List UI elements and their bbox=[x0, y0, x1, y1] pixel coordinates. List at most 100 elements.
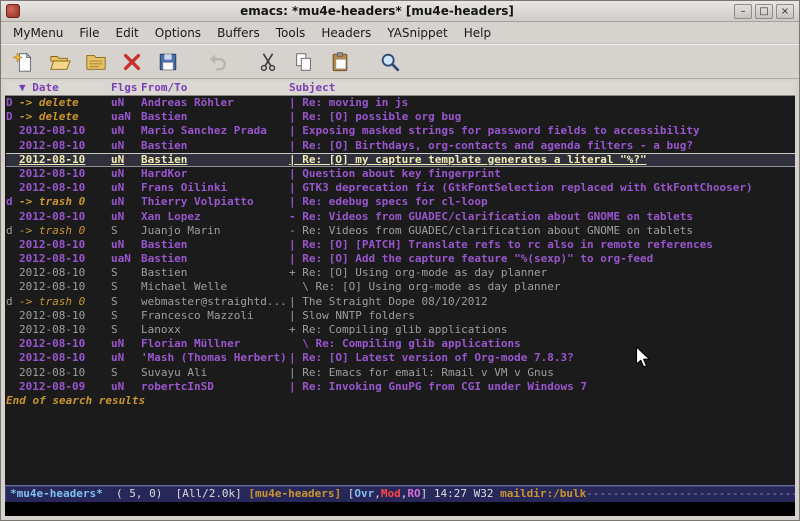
mark-cell bbox=[6, 124, 19, 138]
kill-buffer-button[interactable] bbox=[117, 48, 147, 76]
menu-tools[interactable]: Tools bbox=[268, 24, 314, 42]
copy-icon bbox=[293, 51, 315, 73]
menu-file[interactable]: File bbox=[71, 24, 107, 42]
window-icon[interactable] bbox=[6, 4, 20, 18]
message-row[interactable]: 2012-08-10uNFrans Oilinki| GTK3 deprecat… bbox=[6, 181, 795, 195]
undo-button[interactable] bbox=[203, 48, 233, 76]
flags-cell: S bbox=[111, 266, 141, 280]
modeline-segment: ----------------------------------------… bbox=[586, 487, 795, 500]
from-cell: Francesco Mazzoli bbox=[141, 309, 289, 323]
mark-cell bbox=[6, 139, 19, 153]
menu-options[interactable]: Options bbox=[147, 24, 209, 42]
date-cell: 2012-08-10 bbox=[19, 323, 111, 337]
modeline-segment: Ovr bbox=[354, 487, 374, 500]
mark-cell bbox=[6, 337, 19, 351]
mark-cell: d bbox=[6, 195, 19, 209]
subject-cell: | Re: [O] [PATCH] Translate refs to rc a… bbox=[289, 238, 795, 252]
from-cell: Suvayu Ali bbox=[141, 366, 289, 380]
header-flags[interactable]: Flgs bbox=[111, 81, 141, 95]
subject-cell: \ Re: [O] Using org-mode as day planner bbox=[289, 280, 795, 294]
message-row[interactable]: 2012-08-10SFrancesco Mazzoli| Slow NNTP … bbox=[6, 309, 795, 323]
echo-area[interactable] bbox=[5, 502, 795, 516]
message-row[interactable]: 2012-08-10uNXan Lopez- Re: Videos from G… bbox=[6, 210, 795, 224]
message-row[interactable]: D-> deleteuaNBastien| Re: [O] possible o… bbox=[6, 110, 795, 124]
new-file-button[interactable] bbox=[9, 48, 39, 76]
from-cell: Florian Müllner bbox=[141, 337, 289, 351]
header-spacer bbox=[6, 81, 19, 95]
open-file-button[interactable] bbox=[45, 48, 75, 76]
flags-cell: uN bbox=[111, 351, 141, 365]
date-cell: 2012-08-10 bbox=[19, 280, 111, 294]
flags-cell: S bbox=[111, 280, 141, 294]
message-row[interactable]: 2012-08-10uN'Mash (Thomas Herbert)| Re: … bbox=[6, 351, 795, 365]
from-cell: 'Mash (Thomas Herbert) bbox=[141, 351, 289, 365]
modeline-segment: RO bbox=[407, 487, 420, 500]
message-row[interactable]: 2012-08-09uNrobertcInSD| Re: Invoking Gn… bbox=[6, 380, 795, 394]
date-cell: 2012-08-10 bbox=[19, 124, 111, 138]
message-row[interactable]: 2012-08-10uNHardKor| Question about key … bbox=[6, 167, 795, 181]
message-row[interactable]: 2012-08-10uNFlorian Müllner \ Re: Compil… bbox=[6, 337, 795, 351]
close-button[interactable]: × bbox=[776, 4, 794, 19]
cut-button[interactable] bbox=[253, 48, 283, 76]
message-row[interactable]: d-> trash 0Swebmaster@straightd...| The … bbox=[6, 295, 795, 309]
maximize-button[interactable]: □ bbox=[755, 4, 773, 19]
modeline-segment: [mu4e-headers] bbox=[248, 487, 347, 500]
message-row[interactable]: 2012-08-10SLanoxx+ Re: Compiling glib ap… bbox=[6, 323, 795, 337]
menu-mymenu[interactable]: MyMenu bbox=[5, 24, 71, 42]
subject-cell: | Re: edebug specs for cl-loop bbox=[289, 195, 795, 209]
mark-cell: d bbox=[6, 224, 19, 238]
headers-buffer: D-> deleteuNAndreas Röhler| Re: moving i… bbox=[5, 96, 795, 485]
message-row[interactable]: d-> trash 0uNThierry Volpiatto| Re: edeb… bbox=[6, 195, 795, 209]
frame: ▼ Date Flgs From/To Subject D-> deleteuN… bbox=[1, 79, 799, 520]
subject-cell: - Re: Videos from GUADEC/clarification a… bbox=[289, 224, 795, 238]
save-button[interactable] bbox=[153, 48, 183, 76]
message-row[interactable]: D-> deleteuNAndreas Röhler| Re: moving i… bbox=[6, 96, 795, 110]
message-row[interactable]: 2012-08-10uNBastien| Re: [O] my capture … bbox=[6, 153, 795, 167]
message-row[interactable]: 2012-08-10SBastien+ Re: [O] Using org-mo… bbox=[6, 266, 795, 280]
message-row[interactable]: 2012-08-10SSuvayu Ali| Re: Emacs for ema… bbox=[6, 366, 795, 380]
from-cell: Frans Oilinki bbox=[141, 181, 289, 195]
search-button[interactable] bbox=[375, 48, 405, 76]
from-cell: Bastien bbox=[141, 139, 289, 153]
message-row[interactable]: 2012-08-10uNBastien| Re: [O] [PATCH] Tra… bbox=[6, 238, 795, 252]
scissors-icon bbox=[257, 51, 279, 73]
mark-cell bbox=[6, 366, 19, 380]
modeline-segment: [All/2.0k] bbox=[176, 487, 249, 500]
minimize-button[interactable]: – bbox=[734, 4, 752, 19]
header-date[interactable]: ▼ Date bbox=[19, 81, 111, 95]
menu-headers[interactable]: Headers bbox=[313, 24, 379, 42]
header-from[interactable]: From/To bbox=[141, 81, 289, 95]
message-row[interactable]: 2012-08-10uNMario Sanchez Prada| Exposin… bbox=[6, 124, 795, 138]
menu-yasnippet[interactable]: YASnippet bbox=[379, 24, 456, 42]
subject-cell: | Re: [O] Latest version of Org-mode 7.8… bbox=[289, 351, 795, 365]
date-cell: 2012-08-10 bbox=[19, 238, 111, 252]
menu-edit[interactable]: Edit bbox=[108, 24, 147, 42]
paste-button[interactable] bbox=[325, 48, 355, 76]
from-cell: Bastien bbox=[141, 153, 289, 167]
flags-cell: S bbox=[111, 366, 141, 380]
copy-button[interactable] bbox=[289, 48, 319, 76]
open-folder-icon bbox=[49, 51, 71, 73]
flags-cell: S bbox=[111, 309, 141, 323]
subject-cell: \ Re: Compiling glib applications bbox=[289, 337, 795, 351]
flags-cell: uN bbox=[111, 337, 141, 351]
subject-cell: | Re: [O] Add the capture feature "%(sex… bbox=[289, 252, 795, 266]
message-row[interactable]: 2012-08-10uaNBastien| Re: [O] Add the ca… bbox=[6, 252, 795, 266]
menu-help[interactable]: Help bbox=[456, 24, 499, 42]
mark-cell bbox=[6, 252, 19, 266]
from-cell: Bastien bbox=[141, 110, 289, 124]
menu-buffers[interactable]: Buffers bbox=[209, 24, 268, 42]
directory-button[interactable] bbox=[81, 48, 111, 76]
message-row[interactable]: d-> trash 0SJuanjo Marin- Re: Videos fro… bbox=[6, 224, 795, 238]
modeline-segment: ] bbox=[421, 487, 434, 500]
mark-cell bbox=[6, 153, 19, 167]
subject-cell: | Re: [O] Birthdays, org-contacts and ag… bbox=[289, 139, 795, 153]
mark-cell bbox=[6, 266, 19, 280]
flags-cell: uN bbox=[111, 167, 141, 181]
date-cell: 2012-08-10 bbox=[19, 139, 111, 153]
from-cell: Thierry Volpiatto bbox=[141, 195, 289, 209]
message-row[interactable]: 2012-08-10SMichael Welle \ Re: [O] Using… bbox=[6, 280, 795, 294]
message-row[interactable]: 2012-08-10uNBastien| Re: [O] Birthdays, … bbox=[6, 139, 795, 153]
header-subject[interactable]: Subject bbox=[289, 81, 795, 95]
close-x-icon bbox=[121, 51, 143, 73]
